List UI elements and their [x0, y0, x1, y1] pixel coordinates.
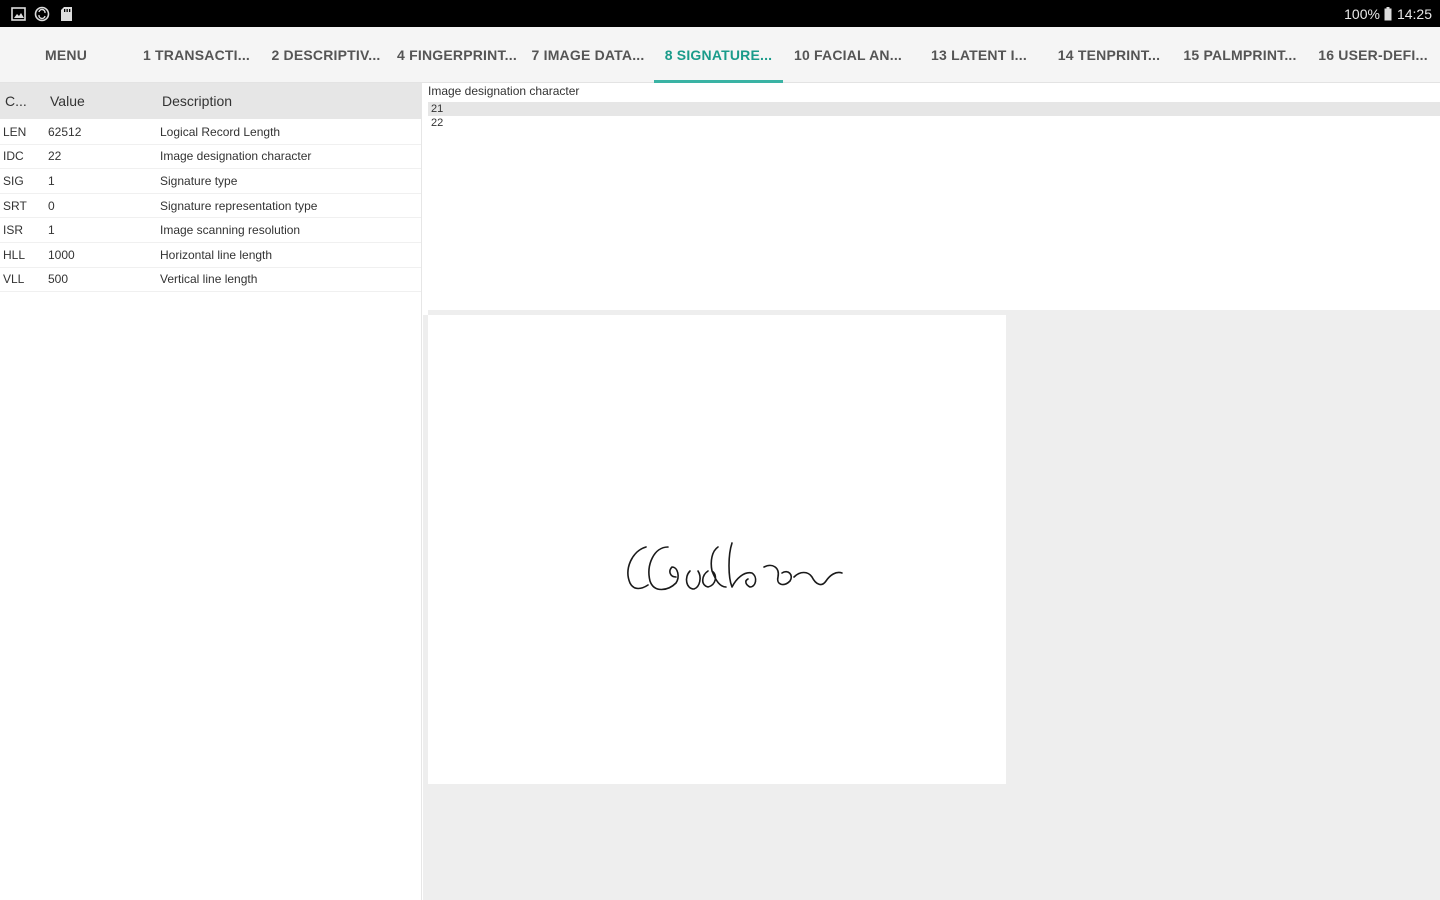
table-row[interactable]: ISR 1 Image scanning resolution [0, 218, 421, 243]
table-row[interactable]: VLL 500 Vertical line length [0, 268, 421, 293]
field-description: Vertical line length [160, 272, 258, 287]
tab-signature[interactable]: 8 SIGNATURE... [654, 27, 783, 83]
field-description: Signature type [160, 173, 238, 188]
field-value: 1000 [48, 247, 75, 262]
field-value: 1 [48, 223, 55, 238]
field-code: SIG [3, 173, 24, 188]
signature-scribble [627, 542, 843, 591]
battery-icon [1384, 6, 1393, 22]
tab-transaction[interactable]: 1 TRANSACTI... [136, 27, 257, 83]
status-bar-notifications [10, 6, 74, 22]
table-row[interactable]: IDC 22 Image designation character [0, 145, 421, 170]
tab-fingerprint[interactable]: 4 FINGERPRINT... [392, 27, 522, 83]
field-table: C... Value Description LEN 62512 Logical… [0, 83, 422, 900]
sync-icon [34, 6, 50, 22]
tab-latent[interactable]: 13 LATENT I... [914, 27, 1044, 83]
field-value: 0 [48, 198, 55, 213]
tab-facial[interactable]: 10 FACIAL AN... [785, 27, 911, 83]
tab-menu[interactable]: MENU [24, 27, 108, 83]
table-row[interactable]: HLL 1000 Horizontal line length [0, 243, 421, 268]
field-code: ISR [3, 223, 24, 238]
table-header: C... Value Description [0, 83, 421, 119]
column-header-value[interactable]: Value [46, 93, 158, 109]
tab-image-data[interactable]: 7 IMAGE DATA... [524, 27, 652, 83]
detail-field-label: Image designation character [428, 84, 580, 98]
field-code: VLL [3, 272, 25, 287]
image-icon [10, 6, 26, 22]
field-value: 500 [48, 272, 69, 287]
field-detail-panel: Image designation character 21 22 [428, 83, 1440, 312]
table-row[interactable]: LEN 62512 Logical Record Length [0, 120, 421, 145]
image-viewer [423, 315, 1440, 900]
field-description: Signature representation type [160, 198, 318, 213]
clock: 14:25 [1396, 5, 1432, 22]
field-description: Logical Record Length [160, 124, 281, 139]
table-row[interactable]: SIG 1 Signature type [0, 169, 421, 194]
field-value: 22 [48, 149, 62, 164]
field-value: 1 [48, 173, 55, 188]
column-header-description[interactable]: Description [158, 93, 421, 109]
detail-option-selected[interactable]: 21 [428, 102, 1440, 116]
tab-user-defined[interactable]: 16 USER-DEFI... [1308, 27, 1438, 83]
record-tab-bar: MENU 1 TRANSACTI... 2 DESCRIPTIV... 4 FI… [0, 27, 1440, 83]
sd-card-icon [58, 6, 74, 22]
status-bar: 100% 14:25 [0, 0, 1440, 27]
status-bar-system: 100% 14:25 [1344, 6, 1432, 22]
field-code: IDC [3, 149, 24, 164]
detail-option[interactable]: 22 [428, 116, 1440, 130]
tab-descriptive[interactable]: 2 DESCRIPTIV... [262, 27, 390, 83]
field-description: Image designation character [160, 149, 312, 164]
signature-image [428, 315, 1006, 784]
field-code: SRT [3, 198, 27, 213]
field-description: Horizontal line length [160, 247, 273, 262]
tab-palmprint[interactable]: 15 PALMPRINT... [1174, 27, 1306, 83]
tab-tenprint[interactable]: 14 TENPRINT... [1046, 27, 1172, 83]
field-code: HLL [3, 247, 26, 262]
table-row[interactable]: SRT 0 Signature representation type [0, 194, 421, 219]
field-description: Image scanning resolution [160, 223, 301, 238]
battery-percent: 100% [1344, 5, 1380, 22]
field-value: 62512 [48, 124, 82, 139]
field-code: LEN [3, 124, 27, 139]
column-header-code[interactable]: C... [0, 93, 46, 109]
